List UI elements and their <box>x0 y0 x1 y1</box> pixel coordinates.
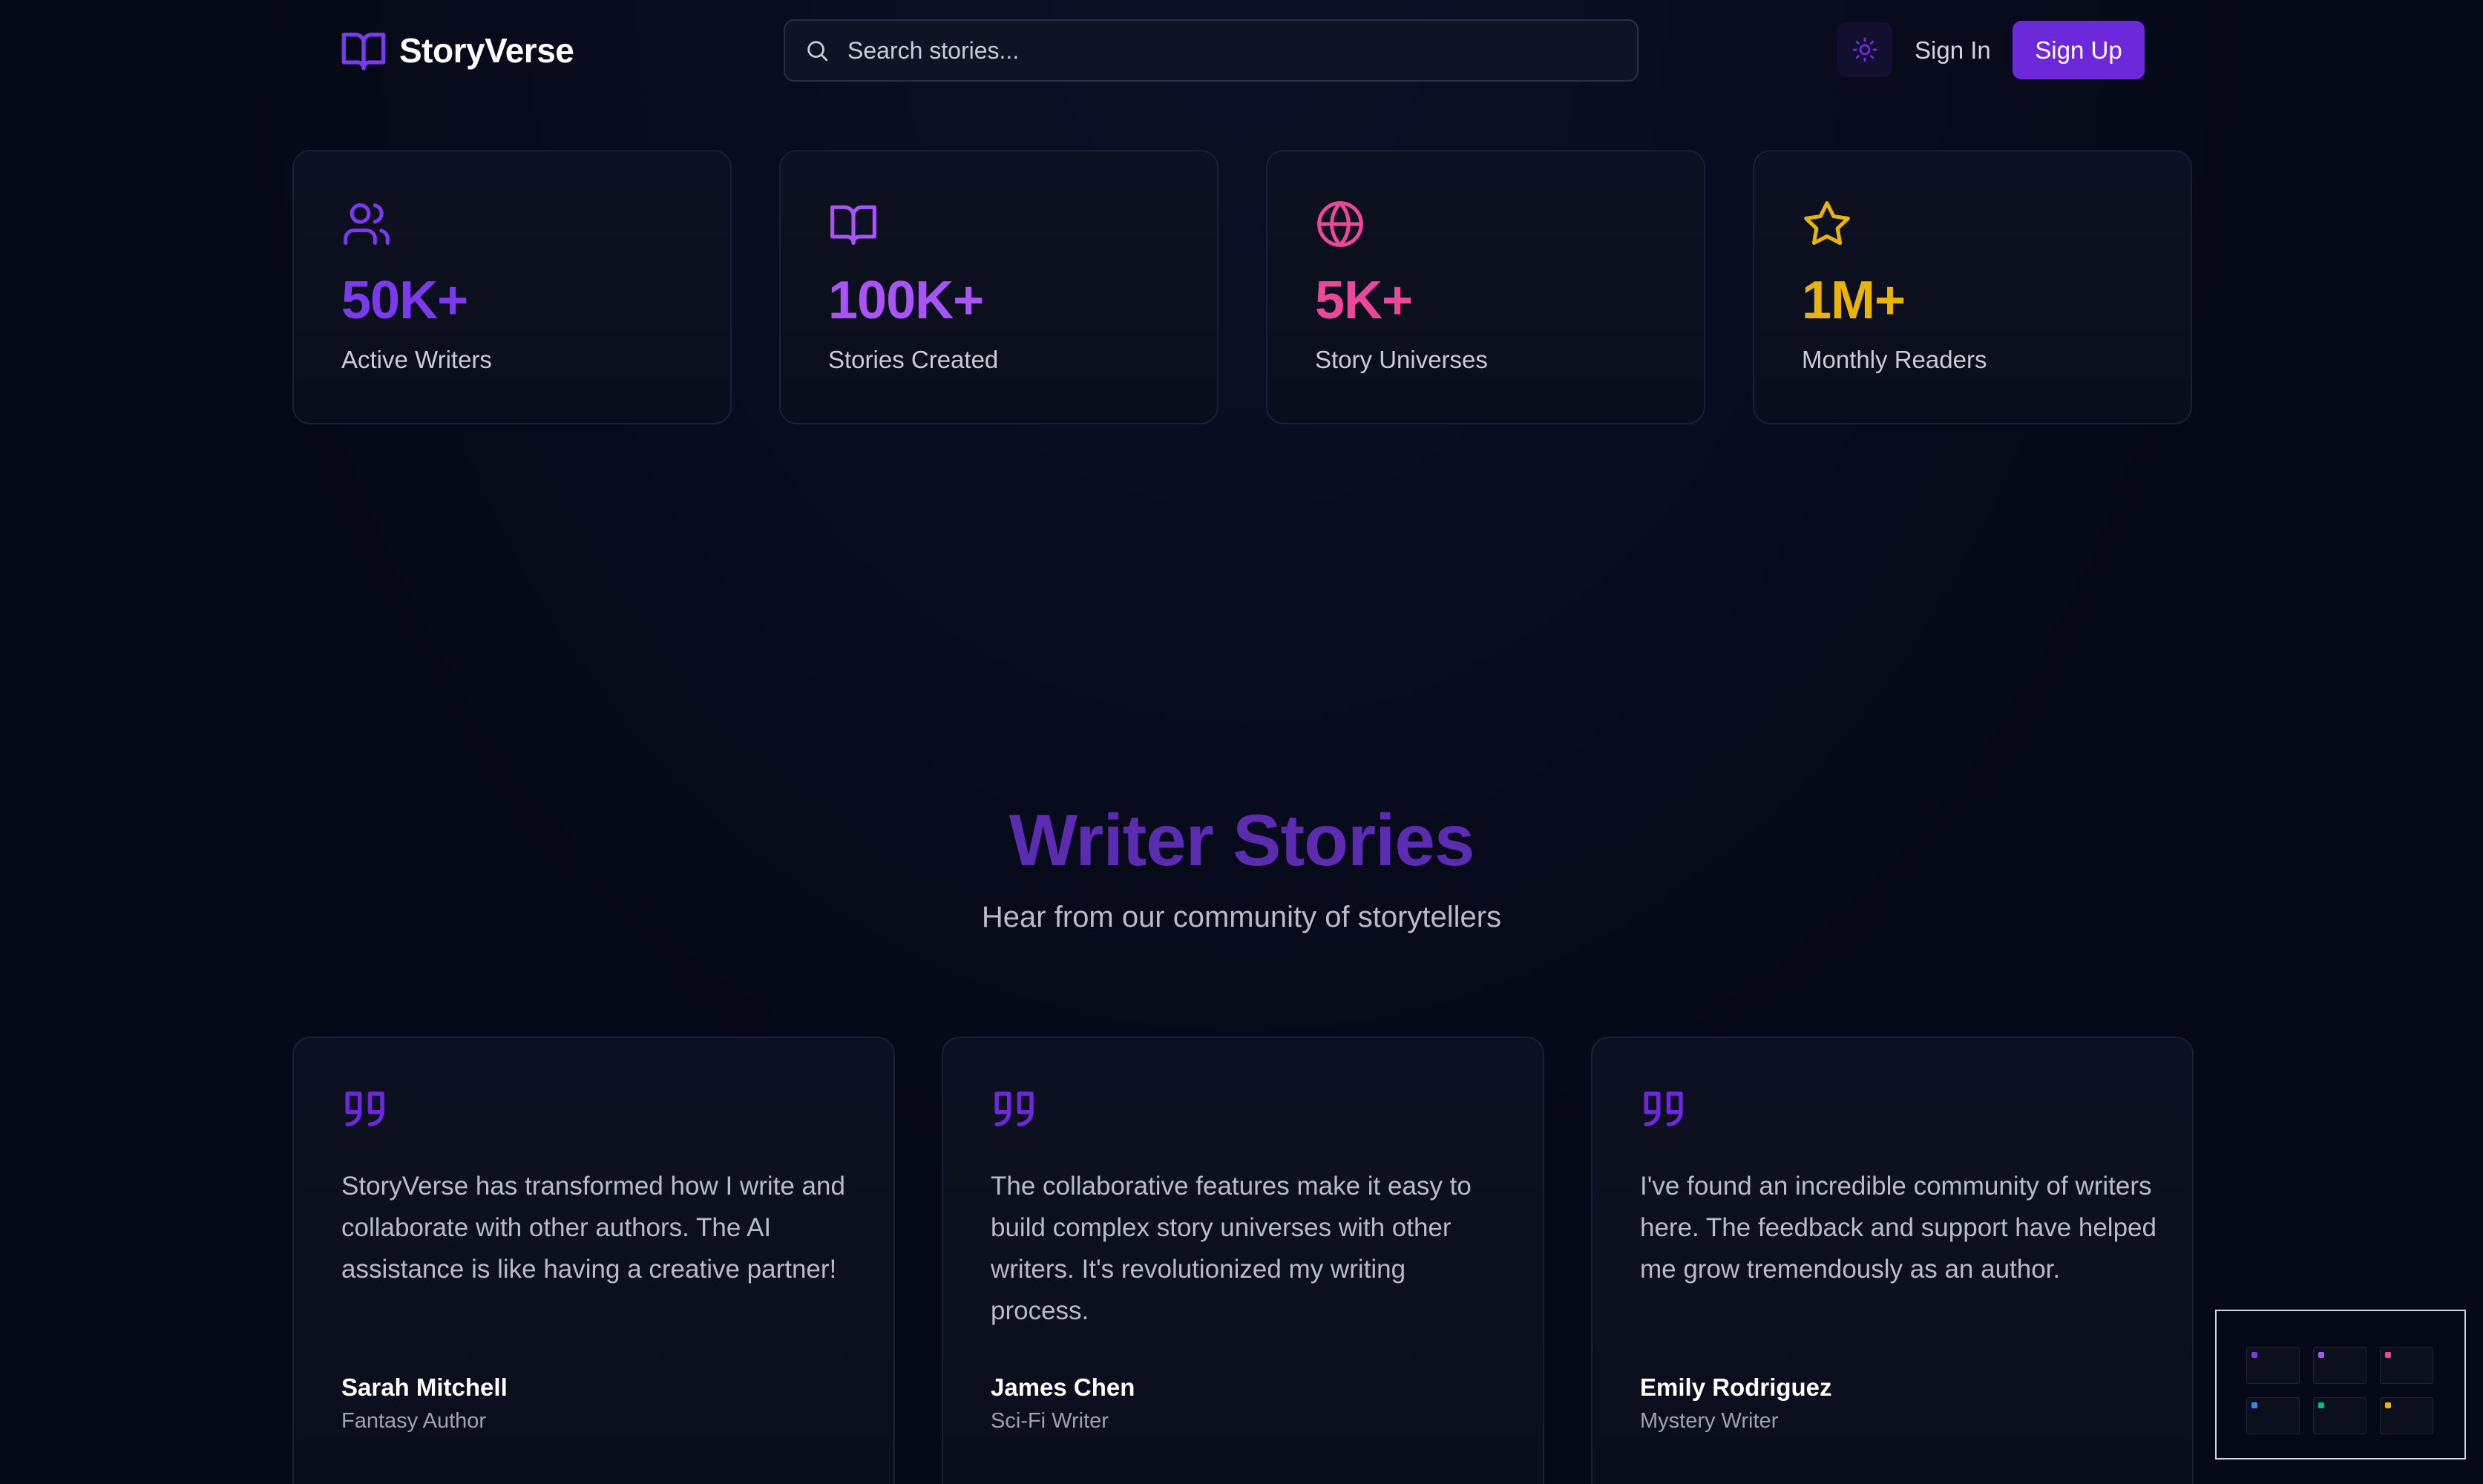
search-icon <box>804 38 830 63</box>
preview-dot <box>2251 1352 2257 1358</box>
sun-icon <box>1851 36 1878 63</box>
preview-dot <box>2251 1402 2257 1408</box>
testimonial-role: Fantasy Author <box>341 1409 487 1433</box>
stat-label: Stories Created <box>828 346 999 373</box>
preview-card <box>2313 1347 2366 1384</box>
testimonial-author: James Chen <box>991 1373 1135 1401</box>
testimonial-card: StoryVerse has transformed how I write a… <box>292 1037 895 1484</box>
preview-dot <box>2385 1402 2391 1408</box>
users-icon <box>341 199 392 249</box>
stat-label: Monthly Readers <box>1802 346 1987 373</box>
stat-value: 100K+ <box>828 271 984 330</box>
stat-card-writers: 50K+ Active Writers <box>292 150 732 424</box>
stat-value: 1M+ <box>1802 271 1906 330</box>
brand-logo[interactable]: StoryVerse <box>340 27 574 74</box>
preview-dot <box>2318 1402 2324 1408</box>
testimonial-quote: I've found an incredible community of wr… <box>1640 1172 2156 1284</box>
globe-icon <box>1315 199 1365 249</box>
preview-card <box>2246 1347 2300 1384</box>
testimonial-role: Sci-Fi Writer <box>991 1409 1109 1433</box>
quote-icon <box>991 1086 1040 1135</box>
preview-card <box>2380 1397 2433 1434</box>
testimonial-role: Mystery Writer <box>1640 1409 1779 1433</box>
page-preview-thumbnail[interactable] <box>2215 1310 2466 1460</box>
testimonial-card: The collaborative features make it easy … <box>942 1037 1544 1484</box>
testimonial-author: Emily Rodriguez <box>1640 1373 1832 1401</box>
stat-value: 5K+ <box>1315 271 1413 330</box>
theme-toggle-button[interactable] <box>1837 22 1892 77</box>
testimonial-quote: The collaborative features make it easy … <box>991 1172 1472 1325</box>
page: StoryVerse Search stories... Sign In Sig… <box>0 0 2483 1484</box>
testimonial-card: I've found an incredible community of wr… <box>1591 1037 2194 1484</box>
stat-card-universes: 5K+ Story Universes <box>1266 150 1705 424</box>
preview-card <box>2313 1397 2366 1434</box>
section-title: Writer Stories <box>1008 799 1475 881</box>
search-input[interactable] <box>846 36 1588 65</box>
sign-up-button[interactable]: Sign Up <box>2013 21 2145 79</box>
testimonial-author: Sarah Mitchell <box>341 1373 508 1401</box>
top-navbar: StoryVerse Search stories... Sign In Sig… <box>0 0 2483 100</box>
sign-in-button[interactable]: Sign In <box>1915 30 1991 71</box>
stat-card-stories: 100K+ Stories Created <box>779 150 1218 424</box>
preview-dot <box>2318 1352 2324 1358</box>
preview-card <box>2380 1347 2433 1384</box>
book-open-icon <box>340 27 387 74</box>
quote-icon <box>341 1086 390 1135</box>
stat-label: Active Writers <box>341 346 492 373</box>
testimonial-quote: StoryVerse has transformed how I write a… <box>341 1172 845 1284</box>
preview-card <box>2246 1397 2300 1434</box>
search-bar[interactable] <box>784 19 1639 82</box>
section-subtitle: Hear from our community of storytellers <box>981 901 1502 933</box>
brand-name: StoryVerse <box>399 31 574 70</box>
preview-dot <box>2385 1352 2391 1358</box>
stat-value: 50K+ <box>341 271 468 330</box>
stat-label: Story Universes <box>1315 346 1488 373</box>
book-open-icon <box>828 199 879 249</box>
star-icon <box>1802 199 1852 249</box>
quote-icon <box>1640 1086 1689 1135</box>
stat-card-readers: 1M+ Monthly Readers <box>1753 150 2192 424</box>
